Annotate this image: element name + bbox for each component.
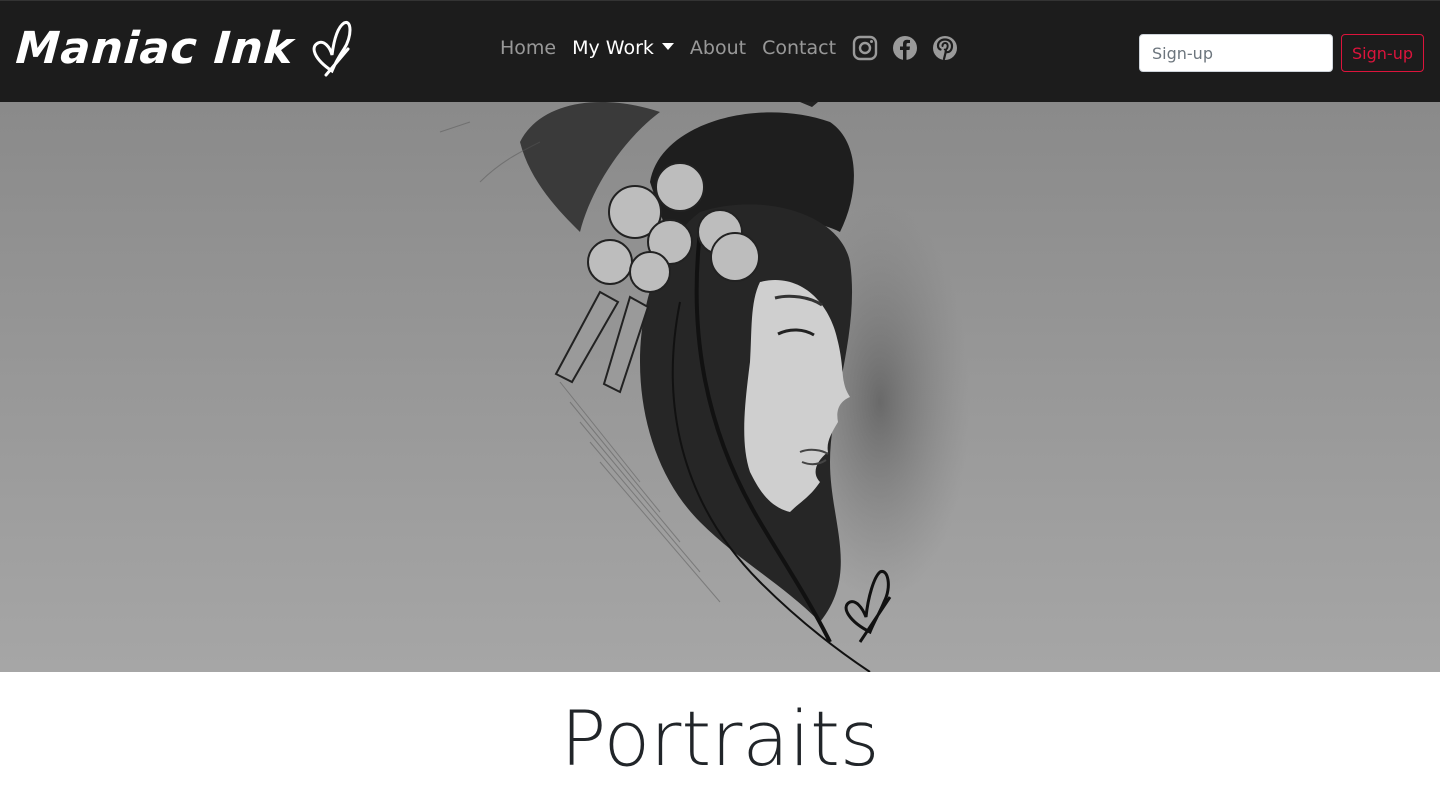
social-links xyxy=(852,35,958,61)
main-nav: Home My Work About Contact xyxy=(492,33,958,63)
instagram-icon[interactable] xyxy=(852,35,878,61)
navbar: Maniac Ink Home My Work About Contact Si… xyxy=(0,0,1440,102)
pinterest-icon[interactable] xyxy=(932,35,958,61)
brand-logo[interactable]: Maniac Ink xyxy=(14,19,354,77)
heart-signature-icon xyxy=(312,20,352,77)
section-title: Portraits xyxy=(560,694,880,783)
hero-banner xyxy=(0,102,1440,672)
brand-name: Maniac Ink xyxy=(14,22,296,74)
signup-input[interactable] xyxy=(1139,34,1333,72)
nav-my-work-dropdown[interactable]: My Work xyxy=(564,33,682,63)
signup-button[interactable]: Sign-up xyxy=(1341,34,1424,72)
nav-my-work-label: My Work xyxy=(572,37,654,59)
nav-contact[interactable]: Contact xyxy=(754,33,844,63)
geisha-portrait-artwork xyxy=(439,102,970,672)
caret-down-icon xyxy=(661,43,674,50)
facebook-icon[interactable] xyxy=(892,35,918,61)
nav-about[interactable]: About xyxy=(682,33,754,63)
nav-home[interactable]: Home xyxy=(492,33,564,63)
